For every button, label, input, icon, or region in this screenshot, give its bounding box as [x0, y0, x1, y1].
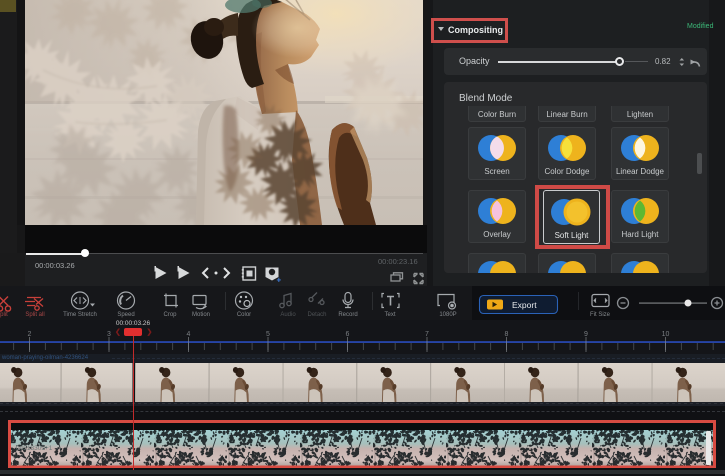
svg-text:6: 6 — [346, 331, 350, 338]
svg-text:Text: Text — [384, 312, 395, 318]
svg-text:3: 3 — [107, 331, 111, 338]
svg-text:Split all: Split all — [25, 312, 44, 318]
svg-text:Export: Export — [512, 300, 537, 310]
svg-text:1080P: 1080P — [439, 312, 456, 318]
svg-text:10: 10 — [662, 331, 670, 338]
svg-text:Record: Record — [338, 312, 357, 318]
svg-text:Audio: Audio — [280, 312, 296, 318]
svg-text:Time Stretch: Time Stretch — [63, 312, 97, 318]
svg-text:Crop: Crop — [163, 312, 177, 318]
svg-text:2: 2 — [28, 331, 32, 338]
svg-text:+: + — [277, 276, 282, 285]
svg-text:5: 5 — [266, 331, 270, 338]
svg-text:Speed: Speed — [117, 312, 134, 318]
svg-text:Color: Color — [237, 312, 251, 318]
svg-text:Fit Size: Fit Size — [590, 312, 611, 318]
svg-text:9: 9 — [584, 331, 588, 338]
svg-text:7: 7 — [425, 331, 429, 338]
svg-text:8: 8 — [505, 331, 509, 338]
svg-text:4: 4 — [187, 331, 191, 338]
svg-text:Motion: Motion — [192, 312, 210, 318]
svg-text:04513309+1: 04513309+1 — [16, 445, 53, 452]
svg-text:Detach: Detach — [307, 312, 326, 318]
svg-text:Split: Split — [0, 312, 8, 318]
